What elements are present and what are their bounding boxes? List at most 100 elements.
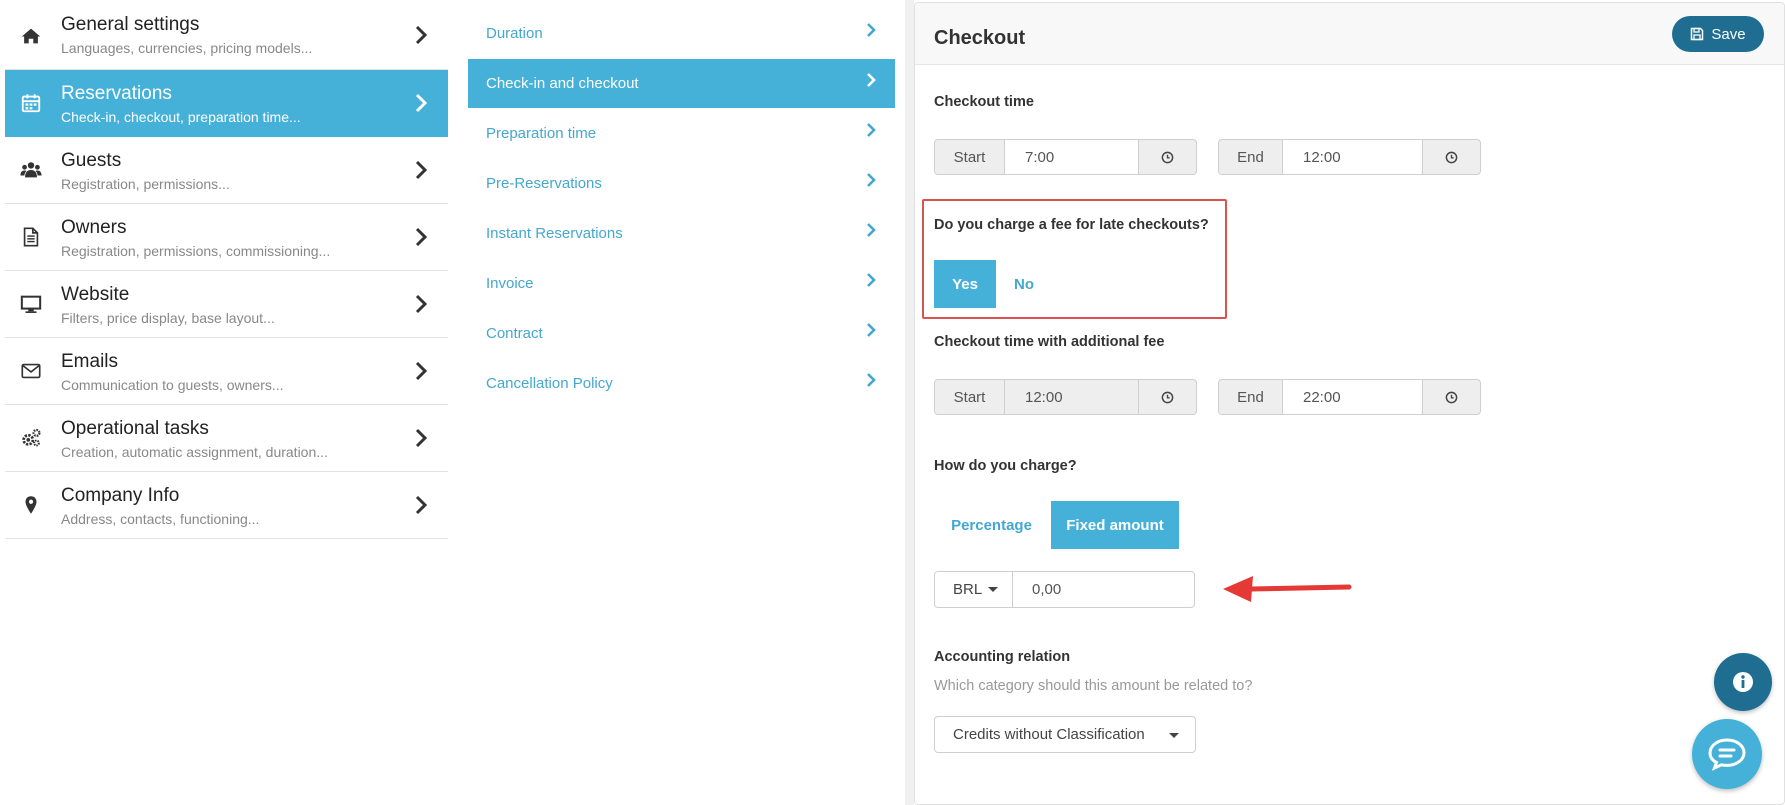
clock-icon[interactable]	[1139, 380, 1196, 414]
monitor-icon	[20, 293, 44, 317]
sidebar-item-title: General settings	[61, 14, 200, 35]
clock-icon[interactable]	[1423, 140, 1480, 174]
chevron-right-icon	[414, 227, 428, 247]
start-addon: Start	[935, 380, 1005, 414]
accounting-relation-label: Accounting relation	[934, 649, 1071, 665]
submenu-item-label: Preparation time	[486, 125, 597, 142]
checkout-end-time-group: End 12:00	[1218, 139, 1481, 175]
sidebar-item-subtitle: Check-in, checkout, preparation time...	[61, 109, 301, 125]
sidebar-item-general-settings[interactable]: General settings Languages, currencies, …	[5, 0, 448, 70]
chevron-right-icon	[414, 428, 428, 448]
submenu-item-check-in-and-checkout[interactable]: Check-in and checkout	[468, 59, 895, 108]
additional-fee-start-input[interactable]: 12:00	[1005, 380, 1139, 414]
sidebar-item-emails[interactable]: Emails Communication to guests, owners..…	[5, 338, 448, 405]
sidebar-item-subtitle: Filters, price display, base layout...	[61, 310, 275, 326]
submenu-item-contract[interactable]: Contract	[468, 309, 895, 359]
submenu-item-label: Cancellation Policy	[486, 375, 613, 392]
floppy-disk-icon	[1690, 27, 1704, 41]
submenu-item-label: Duration	[486, 25, 543, 42]
sidebar-item-title: Website	[61, 284, 130, 305]
sidebar-item-owners[interactable]: Owners Registration, permissions, commis…	[5, 204, 448, 271]
additional-fee-time-label: Checkout time with additional fee	[934, 334, 1165, 350]
submenu-item-invoice[interactable]: Invoice	[468, 259, 895, 309]
chevron-right-icon	[414, 25, 428, 45]
checkout-start-time-group: Start 7:00	[934, 139, 1197, 175]
submenu-item-instant-reservations[interactable]: Instant Reservations	[468, 209, 895, 259]
chevron-right-icon	[414, 294, 428, 314]
sidebar-item-operational-tasks[interactable]: Operational tasks Creation, automatic as…	[5, 405, 448, 472]
late-fee-question: Do you charge a fee for late checkouts?	[934, 217, 1209, 233]
save-button[interactable]: Save	[1672, 16, 1764, 52]
annotation-arrow	[1223, 576, 1352, 602]
currency-value: BRL	[953, 581, 983, 598]
sidebar-item-subtitle: Creation, automatic assignment, duration…	[61, 444, 328, 460]
accounting-help-text: Which category should this amount be rel…	[934, 678, 1253, 694]
settings-sidebar: General settings Languages, currencies, …	[5, 0, 448, 539]
chat-bubble-icon	[1708, 737, 1746, 771]
sidebar-item-reservations[interactable]: Reservations Check-in, checkout, prepara…	[5, 70, 448, 137]
sidebar-item-title: Reservations	[61, 83, 172, 104]
home-icon	[20, 25, 44, 49]
additional-fee-start-time-group: Start 12:00	[934, 379, 1197, 415]
info-button[interactable]	[1714, 653, 1772, 711]
submenu-item-label: Pre-Reservations	[486, 175, 602, 192]
checkout-panel: Checkout Save Checkout time Start 7:00 E…	[914, 2, 1785, 805]
submenu-item-cancellation-policy[interactable]: Cancellation Policy	[468, 359, 895, 409]
chat-button[interactable]	[1692, 719, 1762, 789]
submenu-item-duration[interactable]: Duration	[468, 9, 895, 59]
sidebar-item-subtitle: Communication to guests, owners...	[61, 377, 284, 393]
sidebar-item-subtitle: Registration, permissions, commissioning…	[61, 243, 331, 259]
fixed-amount-option-button[interactable]: Fixed amount	[1051, 501, 1179, 549]
sidebar-item-title: Emails	[61, 351, 119, 372]
submenu-item-label: Check-in and checkout	[486, 75, 639, 92]
caret-down-icon	[1169, 733, 1179, 738]
submenu-item-label: Instant Reservations	[486, 225, 623, 242]
end-addon: End	[1219, 380, 1283, 414]
calendar-icon	[20, 92, 44, 116]
checkout-start-input[interactable]: 7:00	[1005, 140, 1139, 174]
sidebar-item-subtitle: Registration, permissions...	[61, 176, 230, 192]
additional-fee-end-input[interactable]: 22:00	[1283, 380, 1423, 414]
accounting-category-select[interactable]: Credits without Classification	[934, 716, 1196, 753]
sidebar-item-title: Guests	[61, 150, 122, 171]
chevron-right-icon	[865, 372, 877, 388]
chevron-right-icon	[865, 322, 877, 338]
info-icon	[1732, 671, 1754, 693]
percentage-option-button[interactable]: Percentage	[934, 501, 1049, 549]
checkout-end-input[interactable]: 12:00	[1283, 140, 1423, 174]
chevron-right-icon	[865, 172, 877, 188]
clock-icon[interactable]	[1423, 380, 1480, 414]
envelope-icon	[20, 360, 44, 384]
clock-icon[interactable]	[1139, 140, 1196, 174]
document-icon	[20, 226, 44, 250]
map-pin-icon	[20, 494, 44, 518]
chevron-right-icon	[414, 160, 428, 180]
sidebar-item-title: Operational tasks	[61, 418, 209, 439]
sidebar-item-company-info[interactable]: Company Info Address, contacts, function…	[5, 472, 448, 539]
fee-amount-input[interactable]: 0,00	[1012, 571, 1195, 608]
additional-fee-end-time-group: End 22:00	[1218, 379, 1481, 415]
panel-divider	[905, 0, 914, 805]
submenu-item-preparation-time[interactable]: Preparation time	[468, 109, 895, 159]
chevron-right-icon	[865, 122, 877, 138]
chevron-right-icon	[865, 222, 877, 238]
currency-dropdown[interactable]: BRL	[934, 571, 1013, 608]
late-fee-no-button[interactable]: No	[996, 260, 1052, 308]
save-button-label: Save	[1711, 25, 1746, 43]
late-fee-yes-button[interactable]: Yes	[934, 260, 996, 308]
sidebar-item-subtitle: Address, contacts, functioning...	[61, 511, 260, 527]
sidebar-item-website[interactable]: Website Filters, price display, base lay…	[5, 271, 448, 338]
charge-method-label: How do you charge?	[934, 458, 1077, 474]
sidebar-item-title: Owners	[61, 217, 127, 238]
submenu-item-label: Invoice	[486, 275, 534, 292]
submenu-item-label: Contract	[486, 325, 543, 342]
submenu-item-pre-reservations[interactable]: Pre-Reservations	[468, 159, 895, 209]
end-addon: End	[1219, 140, 1283, 174]
sidebar-item-guests[interactable]: Guests Registration, permissions...	[5, 137, 448, 204]
panel-header: Checkout Save	[915, 3, 1784, 65]
caret-down-icon	[988, 587, 999, 592]
checkout-time-label: Checkout time	[934, 94, 1034, 110]
start-addon: Start	[935, 140, 1005, 174]
chevron-right-icon	[865, 272, 877, 288]
chevron-right-icon	[414, 495, 428, 515]
